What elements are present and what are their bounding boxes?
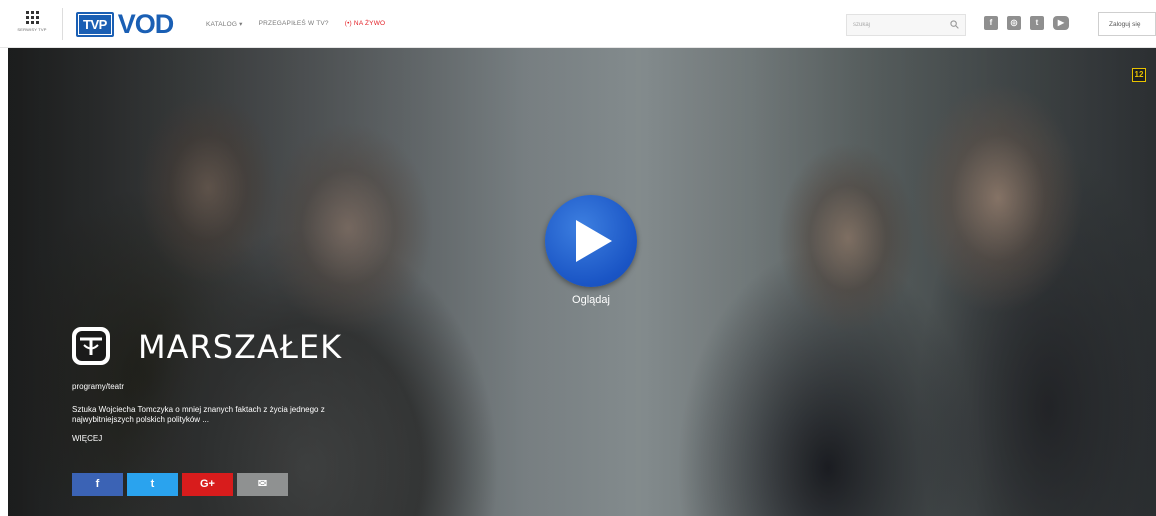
search-input[interactable] [847, 15, 943, 35]
share-twitter-button[interactable]: t [127, 473, 178, 496]
serwisy-label: SERWISY TVP [17, 27, 47, 32]
nav-przegapiles[interactable]: PRZEGAPIŁEŚ W TV? [259, 20, 329, 28]
twitter-icon[interactable]: t [1030, 16, 1044, 30]
play-button[interactable] [545, 195, 637, 287]
program-description: Sztuka Wojciecha Tomczyka o mniej znanyc… [72, 405, 325, 424]
share-facebook-button[interactable]: f [72, 473, 123, 496]
logo-vod: VOD [117, 9, 175, 39]
share-email-button[interactable]: ✉ [237, 473, 288, 496]
share-buttons: f t G+ ✉ [72, 473, 288, 496]
header-divider [62, 8, 63, 40]
share-google-plus-button[interactable]: G+ [182, 473, 233, 496]
play-label[interactable]: Oglądaj [545, 294, 637, 306]
tvp-theatre-icon [72, 327, 110, 365]
program-category[interactable]: programy/teatr [72, 382, 124, 391]
program-title: MARSZAŁEK [138, 328, 343, 366]
google-plus-icon: G+ [200, 478, 215, 490]
top-navigation-bar: SERWISY TVP TVP VOD KATALOG ▾ PRZEGAPIŁE… [0, 0, 1156, 48]
more-link[interactable]: WIĘCEJ [72, 434, 102, 443]
logo-tvp: TVP [76, 11, 114, 37]
facebook-icon: f [95, 478, 100, 490]
search-icon[interactable] [950, 20, 959, 29]
youtube-icon[interactable]: ▶ [1053, 16, 1069, 30]
main-nav: KATALOG ▾ PRZEGAPIŁEŚ W TV? (•) NA ŻYWO [206, 20, 385, 28]
social-links: f ◎ t ▶ [984, 16, 1069, 30]
grid-menu-icon [25, 11, 39, 24]
facebook-icon[interactable]: f [984, 16, 998, 30]
tvp-vod-logo[interactable]: TVP VOD [76, 9, 175, 39]
mail-icon: ✉ [257, 478, 268, 490]
hero-banner[interactable]: 12 Oglądaj MARSZAŁEK programy/teatr Sztu… [8, 48, 1156, 516]
login-button[interactable]: Zaloguj się [1098, 12, 1156, 36]
instagram-icon[interactable]: ◎ [1007, 16, 1021, 30]
serwisy-tvp-menu[interactable]: SERWISY TVP [10, 8, 54, 42]
play-icon [576, 220, 612, 262]
twitter-icon: t [150, 478, 155, 490]
age-rating-badge: 12 [1132, 68, 1146, 82]
search-box [846, 14, 966, 36]
nav-katalog[interactable]: KATALOG ▾ [206, 20, 243, 28]
nav-na-zywo[interactable]: (•) NA ŻYWO [345, 20, 386, 28]
